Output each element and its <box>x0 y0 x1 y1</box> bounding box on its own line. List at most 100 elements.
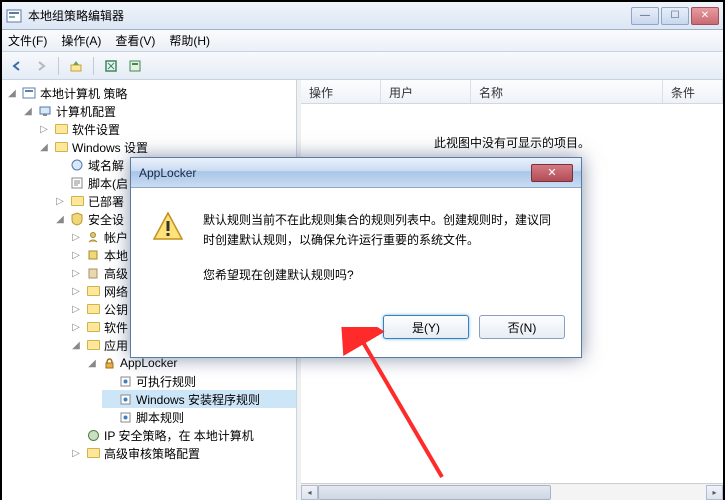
tree-exe-rules[interactable]: 可执行规则 <box>102 372 296 390</box>
tree-windows-settings[interactable]: ◢ Windows 设置 <box>38 138 296 156</box>
tree-label: 公钥 <box>104 301 128 318</box>
tree-audit[interactable]: ▷ 高级审核策略配置 <box>70 444 296 462</box>
menubar: 文件(F) 操作(A) 查看(V) 帮助(H) <box>2 30 723 52</box>
expand-icon[interactable]: ▷ <box>54 196 66 207</box>
tree-script-rules[interactable]: 脚本规则 <box>102 408 296 426</box>
tree-computer-config[interactable]: ◢ 计算机配置 <box>22 102 296 120</box>
dialog-close-button[interactable]: ✕ <box>531 164 573 182</box>
tree-label: 网络 <box>104 283 128 300</box>
tree-label: 安全设 <box>88 211 124 228</box>
tree-label: 脚本规则 <box>136 409 184 426</box>
dialog-body: 默认规则当前不在此规则集合的规则列表中。创建规则时，建议同时创建默认规则，以确保… <box>131 188 581 315</box>
rules-icon <box>117 391 133 407</box>
dialog-text: 默认规则当前不在此规则集合的规则列表中。创建规则时，建议同时创建默认规则，以确保… <box>203 210 561 299</box>
no-button[interactable]: 否(N) <box>479 315 565 339</box>
tree-ipsec[interactable]: IP 安全策略，在 本地计算机 <box>70 426 296 444</box>
folder-icon <box>85 319 101 335</box>
expand-icon[interactable]: ▷ <box>70 232 82 243</box>
script-icon <box>69 175 85 191</box>
tree-label: 脚本(启 <box>88 175 128 192</box>
account-icon <box>85 229 101 245</box>
empty-message: 此视图中没有可显示的项目。 <box>434 134 590 151</box>
folder-icon <box>85 445 101 461</box>
scroll-right-button[interactable]: ▸ <box>706 485 723 500</box>
dialog-buttons: 是(Y) 否(N) <box>131 315 581 357</box>
forward-button[interactable] <box>30 55 52 77</box>
tree-label: 本地 <box>104 247 128 264</box>
tree-label: IP 安全策略，在 本地计算机 <box>104 427 254 444</box>
menu-help[interactable]: 帮助(H) <box>169 32 210 49</box>
tree-item[interactable]: ▷ 软件设置 <box>38 120 296 138</box>
col-action[interactable]: 操作 <box>301 80 381 103</box>
tree-label: Windows 设置 <box>72 139 148 156</box>
folder-icon <box>85 283 101 299</box>
collapse-icon[interactable]: ◢ <box>54 214 66 225</box>
window-title: 本地组策略编辑器 <box>28 7 631 24</box>
menu-action[interactable]: 操作(A) <box>61 32 101 49</box>
maximize-button[interactable]: ☐ <box>661 7 689 25</box>
col-name[interactable]: 名称 <box>471 80 663 103</box>
folder-icon <box>69 193 85 209</box>
toolbar <box>2 52 723 80</box>
horizontal-scrollbar[interactable]: ◂ ▸ <box>301 483 723 500</box>
toolbar-separator <box>93 57 94 75</box>
confirm-dialog: AppLocker ✕ 默认规则当前不在此规则集合的规则列表中。创建规则时，建议… <box>130 157 582 358</box>
tree-label: 高级审核策略配置 <box>104 445 200 462</box>
tree-label: 帐户 <box>104 229 128 246</box>
back-button[interactable] <box>6 55 28 77</box>
tree-root[interactable]: ◢本地计算机 策略 <box>6 84 296 102</box>
window-controls: — ☐ ✕ <box>631 7 719 25</box>
dns-icon <box>69 157 85 173</box>
collapse-icon[interactable]: ◢ <box>70 340 82 351</box>
refresh-button[interactable] <box>100 55 122 77</box>
tree-label: 可执行规则 <box>136 373 196 390</box>
warning-icon <box>151 210 185 244</box>
book-icon <box>85 265 101 281</box>
scroll-track[interactable] <box>318 485 706 500</box>
expand-icon[interactable]: ▷ <box>70 322 82 333</box>
scroll-left-button[interactable]: ◂ <box>301 485 318 500</box>
shield-icon <box>69 211 85 227</box>
tree-label: 应用 <box>104 337 128 354</box>
col-condition[interactable]: 条件 <box>663 80 723 103</box>
expand-icon[interactable]: ▷ <box>70 268 82 279</box>
collapse-icon[interactable]: ◢ <box>38 142 50 153</box>
expand-icon[interactable]: ▷ <box>70 250 82 261</box>
tree-installer-rules[interactable]: Windows 安装程序规则 <box>102 390 296 408</box>
collapse-icon[interactable]: ◢ <box>6 88 18 99</box>
tree-label: 计算机配置 <box>56 103 116 120</box>
folder-icon <box>85 337 101 353</box>
up-button[interactable] <box>65 55 87 77</box>
properties-button[interactable] <box>124 55 146 77</box>
close-button[interactable]: ✕ <box>691 7 719 25</box>
menu-file[interactable]: 文件(F) <box>8 32 47 49</box>
tree-label: 高级 <box>104 265 128 282</box>
collapse-icon[interactable]: ◢ <box>86 358 98 369</box>
expand-icon[interactable]: ▷ <box>38 124 50 135</box>
scroll-thumb[interactable] <box>318 485 551 500</box>
rules-icon <box>117 373 133 389</box>
tree-label: 域名解 <box>88 157 124 174</box>
dialog-titlebar[interactable]: AppLocker ✕ <box>131 158 581 188</box>
rules-icon <box>117 409 133 425</box>
toolbar-separator <box>58 57 59 75</box>
col-user[interactable]: 用户 <box>381 80 471 103</box>
expand-icon[interactable]: ▷ <box>70 448 82 459</box>
collapse-icon[interactable]: ◢ <box>22 106 34 117</box>
expand-icon[interactable]: ▷ <box>70 286 82 297</box>
yes-button[interactable]: 是(Y) <box>383 315 469 339</box>
window-titlebar: 本地组策略编辑器 — ☐ ✕ <box>2 2 723 30</box>
tree-label: 软件设置 <box>72 121 120 138</box>
tree-label: Windows 安装程序规则 <box>136 391 260 408</box>
folder-icon <box>53 121 69 137</box>
dialog-title: AppLocker <box>139 166 531 180</box>
tree-label: 软件 <box>104 319 128 336</box>
folder-icon <box>85 301 101 317</box>
dialog-message-1: 默认规则当前不在此规则集合的规则列表中。创建规则时，建议同时创建默认规则，以确保… <box>203 210 561 251</box>
minimize-button[interactable]: — <box>631 7 659 25</box>
list-header: 操作 用户 名称 条件 <box>301 80 723 104</box>
policy-icon <box>21 85 37 101</box>
menu-view[interactable]: 查看(V) <box>115 32 155 49</box>
expand-icon[interactable]: ▷ <box>70 304 82 315</box>
network-icon <box>85 427 101 443</box>
